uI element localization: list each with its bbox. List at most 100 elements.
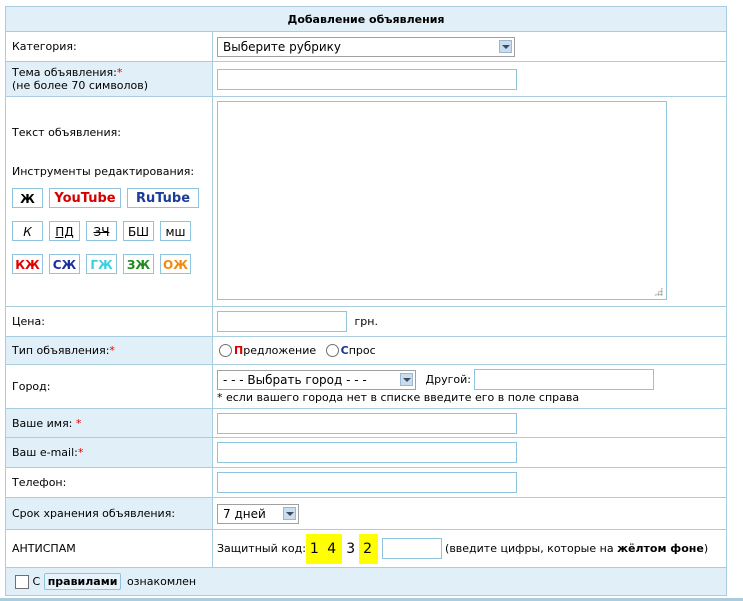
demand-radio[interactable] bbox=[325, 344, 339, 358]
code-highlight-2: 2 bbox=[359, 533, 379, 564]
duration-select-value: 7 дней bbox=[223, 506, 266, 521]
city-label: Город: bbox=[5, 364, 213, 409]
bold-button[interactable]: Ж bbox=[12, 188, 43, 208]
row-antispam: АНТИСПАМ Защитный код: 1 432 (введите циф… bbox=[5, 529, 727, 568]
city-cell: - - - Выбрать город - - - Другой: * если… bbox=[212, 364, 727, 409]
form-header-row: Добавление объявления bbox=[5, 6, 727, 32]
category-select-value: Выберите рубрику bbox=[223, 39, 341, 54]
city-select[interactable]: - - - Выбрать город - - - bbox=[217, 369, 416, 390]
agree-prefix: С bbox=[32, 575, 41, 588]
price-cell: грн. bbox=[212, 306, 727, 337]
ad-type-label: Тип объявления: bbox=[12, 344, 110, 357]
name-input[interactable] bbox=[217, 412, 517, 434]
ad-form: Добавление объявления Категория: Выберит… bbox=[5, 6, 727, 596]
demand-first-letter: С bbox=[340, 343, 349, 357]
required-mark: * bbox=[75, 416, 82, 430]
row-category: Категория: Выберите рубрику bbox=[5, 31, 727, 62]
agree-suffix: ознакомлен bbox=[126, 575, 197, 588]
required-mark: * bbox=[109, 344, 115, 357]
cyan-text-button[interactable]: ГЖ bbox=[86, 254, 117, 274]
email-label: Ваш e-mail: bbox=[12, 446, 78, 459]
email-label-cell: Ваш e-mail:* bbox=[5, 437, 213, 468]
text-cell bbox=[212, 96, 727, 307]
row-ad-type: Тип объявления:* Предложение Спрос bbox=[5, 336, 727, 365]
row-text: Текст объявления: Инструменты редактиров… bbox=[5, 96, 727, 307]
blue-text-button[interactable]: СЖ bbox=[49, 254, 80, 274]
offer-label: редложение bbox=[243, 343, 317, 357]
chevron-down-icon bbox=[499, 39, 512, 53]
agree-cell: С правилами ознакомлен bbox=[5, 567, 727, 596]
rutube-button[interactable]: RuTube bbox=[127, 188, 199, 208]
email-cell bbox=[212, 437, 727, 468]
row-city: Город: - - - Выбрать город - - - Другой:… bbox=[5, 364, 727, 409]
category-cell: Выберите рубрику bbox=[212, 31, 727, 62]
required-mark: * bbox=[116, 66, 123, 79]
big-font-button[interactable]: БШ bbox=[123, 221, 154, 241]
subject-label: Тема объявления: bbox=[12, 66, 117, 79]
phone-input[interactable] bbox=[217, 472, 517, 493]
name-cell bbox=[212, 408, 727, 438]
price-label: Цена: bbox=[5, 306, 213, 337]
demand-option[interactable]: Спрос bbox=[325, 343, 376, 358]
subject-input[interactable] bbox=[217, 68, 517, 90]
email-input[interactable] bbox=[217, 442, 517, 463]
row-duration: Срок хранения объявления: 7 дней bbox=[5, 497, 727, 530]
duration-cell: 7 дней bbox=[212, 497, 727, 530]
name-label-cell: Ваше имя: * bbox=[5, 408, 213, 438]
phone-label: Телефон: bbox=[5, 467, 213, 498]
antispam-hint-suffix: ) bbox=[703, 541, 709, 555]
text-area[interactable] bbox=[217, 101, 667, 300]
code-label: Защитный код: bbox=[217, 541, 306, 555]
offer-option[interactable]: Предложение bbox=[219, 343, 317, 358]
antispam-hint: (введите цифры, которые на жёлтом фоне) bbox=[445, 542, 708, 555]
text-label: Текст объявления: bbox=[12, 126, 121, 139]
antispam-input[interactable] bbox=[381, 538, 442, 559]
category-label: Категория: bbox=[5, 31, 213, 62]
row-email: Ваш e-mail:* bbox=[5, 437, 727, 468]
code-highlight-1: 1 4 bbox=[305, 533, 343, 564]
row-price: Цена: грн. bbox=[5, 306, 727, 337]
row-phone: Телефон: bbox=[5, 467, 727, 498]
italic-button[interactable]: К bbox=[12, 221, 43, 241]
offer-first-letter: П bbox=[234, 343, 244, 357]
duration-label: Срок хранения объявления: bbox=[5, 497, 213, 530]
underline-button[interactable]: ПД bbox=[49, 221, 80, 241]
subject-cell bbox=[212, 61, 727, 97]
price-input[interactable] bbox=[217, 311, 347, 332]
subject-hint: (не более 70 символов) bbox=[12, 79, 149, 92]
city-select-value: - - - Выбрать город - - - bbox=[223, 372, 367, 387]
price-unit: грн. bbox=[354, 314, 378, 328]
ad-type-label-cell: Тип объявления:* bbox=[5, 336, 213, 365]
resize-grip-icon[interactable] bbox=[654, 287, 663, 296]
antispam-hint-prefix: (введите цифры, которые на bbox=[445, 541, 618, 555]
youtube-button[interactable]: YouTube bbox=[49, 188, 121, 208]
other-city-label: Другой: bbox=[425, 372, 471, 386]
other-city-input[interactable] bbox=[474, 369, 655, 390]
agree-checkbox[interactable] bbox=[15, 575, 29, 589]
antispam-cell: Защитный код: 1 432 (введите цифры, котор… bbox=[212, 529, 727, 568]
duration-select[interactable]: 7 дней bbox=[217, 503, 299, 524]
category-select[interactable]: Выберите рубрику bbox=[217, 36, 515, 57]
required-mark: * bbox=[77, 446, 84, 459]
offer-radio[interactable] bbox=[219, 344, 232, 358]
red-text-button[interactable]: КЖ bbox=[12, 254, 43, 274]
green-text-button[interactable]: ЗЖ bbox=[123, 254, 154, 274]
name-label: Ваше имя: bbox=[12, 416, 73, 430]
row-subject: Тема объявления:* (не более 70 символов) bbox=[5, 61, 727, 97]
demand-label: прос bbox=[348, 343, 376, 357]
antispam-label: АНТИСПАМ bbox=[5, 529, 213, 568]
strikethrough-button[interactable]: ЗЧ bbox=[86, 221, 117, 241]
small-font-button[interactable]: мш bbox=[160, 221, 191, 241]
chevron-down-icon bbox=[400, 372, 413, 386]
text-label-cell: Текст объявления: Инструменты редактиров… bbox=[5, 96, 213, 307]
row-name: Ваше имя: * bbox=[5, 408, 727, 438]
rules-button[interactable]: правилами bbox=[43, 573, 122, 590]
city-note: * если вашего города нет в списке введит… bbox=[217, 391, 580, 404]
ad-type-cell: Предложение Спрос bbox=[212, 336, 727, 365]
phone-cell bbox=[212, 467, 727, 498]
form-title: Добавление объявления bbox=[5, 6, 727, 32]
orange-text-button[interactable]: ОЖ bbox=[160, 254, 191, 274]
chevron-down-icon bbox=[283, 506, 296, 520]
antispam-hint-bold: жёлтом фоне bbox=[617, 541, 704, 555]
subject-label-cell: Тема объявления:* (не более 70 символов) bbox=[5, 61, 213, 97]
